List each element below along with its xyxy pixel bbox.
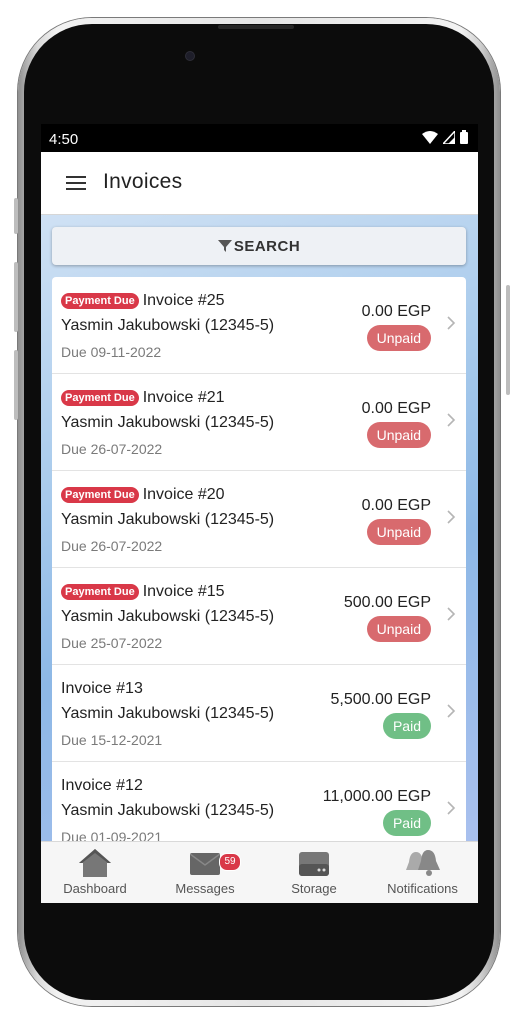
tab-storage[interactable]: Storage xyxy=(261,842,367,903)
tab-dashboard-label: Dashboard xyxy=(63,881,127,896)
invoice-due-date: Due 15-12-2021 xyxy=(61,732,163,748)
envelope-icon xyxy=(190,853,220,875)
tab-messages[interactable]: 59 Messages xyxy=(149,842,261,903)
search-button[interactable]: SEARCH xyxy=(52,227,466,265)
battery-icon xyxy=(460,130,468,144)
invoice-status-badge: Unpaid xyxy=(366,422,431,448)
tab-notifications-label: Notifications xyxy=(387,881,458,896)
invoice-number: Invoice #21 xyxy=(142,389,225,406)
phone-volume-up xyxy=(14,262,18,332)
hamburger-menu-icon[interactable] xyxy=(66,176,86,190)
invoice-amount: 0.00 EGP xyxy=(361,497,431,514)
invoice-header: Invoice #12 xyxy=(61,777,143,795)
app-screen: 4:50 Invoices SEARCH Payment Due Invoice … xyxy=(41,124,478,903)
bottom-tab-bar: Dashboard 59 Messages Storage Notificati… xyxy=(41,841,478,903)
payment-due-badge: Payment Due xyxy=(61,390,139,406)
app-bar: Invoices xyxy=(41,152,478,215)
invoice-customer: Yasmin Jakubowski (12345-5) xyxy=(61,414,275,431)
payment-due-badge: Payment Due xyxy=(61,487,139,503)
tab-storage-label: Storage xyxy=(291,881,337,896)
chevron-right-icon xyxy=(447,801,456,815)
invoice-status-badge: Unpaid xyxy=(366,325,431,351)
filter-icon xyxy=(217,240,232,252)
invoice-customer: Yasmin Jakubowski (12345-5) xyxy=(61,608,275,625)
phone-volume-down xyxy=(14,350,18,420)
invoice-customer: Yasmin Jakubowski (12345-5) xyxy=(61,511,275,528)
chevron-right-icon xyxy=(447,704,456,718)
invoice-row[interactable]: Payment Due Invoice #25 Yasmin Jakubowski … xyxy=(52,277,466,374)
search-button-label: SEARCH xyxy=(233,237,301,255)
invoice-row[interactable]: Invoice #12 Yasmin Jakubowski (12345-5) Du… xyxy=(52,762,466,841)
tab-dashboard[interactable]: Dashboard xyxy=(41,842,149,903)
invoice-status-badge: Unpaid xyxy=(366,616,431,642)
invoice-customer: Yasmin Jakubowski (12345-5) xyxy=(61,705,275,722)
invoice-number: Invoice #13 xyxy=(61,680,143,697)
invoice-row[interactable]: Payment Due Invoice #20 Yasmin Jakubowski … xyxy=(52,471,466,568)
phone-power-button xyxy=(506,285,510,395)
invoice-due-date: Due 09-11-2022 xyxy=(61,344,162,360)
invoice-due-date: Due 25-07-2022 xyxy=(61,635,163,651)
invoice-due-date: Due 01-09-2021 xyxy=(61,829,163,841)
chevron-right-icon xyxy=(447,510,456,524)
invoice-due-date: Due 26-07-2022 xyxy=(61,441,163,457)
invoice-header: Payment Due Invoice #21 xyxy=(61,389,225,407)
invoice-amount: 0.00 EGP xyxy=(361,400,431,417)
storage-icon xyxy=(299,852,329,876)
invoice-row[interactable]: Payment Due Invoice #21 Yasmin Jakubowski … xyxy=(52,374,466,471)
invoice-due-date: Due 26-07-2022 xyxy=(61,538,163,554)
status-bar: 4:50 xyxy=(41,124,478,152)
status-time: 4:50 xyxy=(49,131,79,148)
invoice-row[interactable]: Payment Due Invoice #15 Yasmin Jakubowski … xyxy=(52,568,466,665)
invoice-number: Invoice #25 xyxy=(142,292,225,309)
invoice-header: Payment Due Invoice #15 xyxy=(61,583,225,601)
invoice-amount: 5,500.00 EGP xyxy=(330,691,431,708)
chevron-right-icon xyxy=(447,413,456,427)
invoice-amount: 0.00 EGP xyxy=(361,303,431,320)
invoice-number: Invoice #20 xyxy=(142,486,225,503)
invoice-row[interactable]: Invoice #13 Yasmin Jakubowski (12345-5) Du… xyxy=(52,665,466,762)
chevron-right-icon xyxy=(447,607,456,621)
tab-notifications[interactable]: Notifications xyxy=(367,842,478,903)
tab-messages-label: Messages xyxy=(175,881,235,896)
content-area: SEARCH Payment Due Invoice #25 Yasmin Jaku… xyxy=(41,215,478,841)
invoice-status-badge: Paid xyxy=(382,713,431,739)
page-title: Invoices xyxy=(103,170,183,193)
chevron-right-icon xyxy=(447,316,456,330)
payment-due-badge: Payment Due xyxy=(61,293,139,309)
invoice-status-badge: Unpaid xyxy=(366,519,431,545)
signal-icon xyxy=(443,130,455,144)
status-icons xyxy=(422,130,468,144)
home-icon xyxy=(79,849,111,877)
invoice-amount: 500.00 EGP xyxy=(343,594,431,611)
invoice-status-badge: Paid xyxy=(382,810,431,836)
phone-speaker xyxy=(218,25,294,29)
payment-due-badge: Payment Due xyxy=(61,584,139,600)
invoice-number: Invoice #12 xyxy=(61,777,143,794)
phone-camera xyxy=(186,52,194,60)
invoice-header: Invoice #13 xyxy=(61,680,143,698)
wifi-icon xyxy=(422,130,438,144)
messages-count-badge: 59 xyxy=(219,853,241,871)
invoice-customer: Yasmin Jakubowski (12345-5) xyxy=(61,802,275,819)
invoice-header: Payment Due Invoice #20 xyxy=(61,486,225,504)
invoice-customer: Yasmin Jakubowski (12345-5) xyxy=(61,317,275,334)
invoice-header: Payment Due Invoice #25 xyxy=(61,292,225,310)
invoice-amount: 11,000.00 EGP xyxy=(322,788,431,805)
phone-mute-switch xyxy=(14,198,18,234)
invoice-number: Invoice #15 xyxy=(142,583,225,600)
bell-icon xyxy=(405,850,440,876)
invoice-list: Payment Due Invoice #25 Yasmin Jakubowski … xyxy=(52,277,466,841)
